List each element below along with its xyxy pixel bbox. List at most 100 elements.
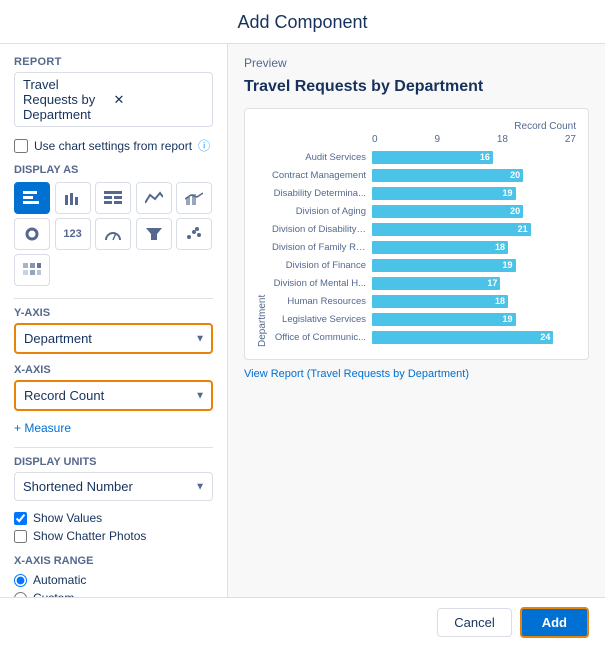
bar-row: Disability Determina... 19: [272, 185, 576, 201]
bar-row: Division of Mental H... 17: [272, 275, 576, 291]
bar-label: Division of Mental H...: [272, 278, 372, 289]
modal: Add Component Report Travel Requests by …: [0, 0, 605, 647]
bar-fill: 19: [372, 259, 516, 272]
bar-row: Division of Family Re... 18: [272, 239, 576, 255]
clear-report-icon[interactable]: ✕: [114, 92, 205, 108]
bar-value: 18: [495, 296, 505, 306]
bar-row: Contract Management 20: [272, 167, 576, 183]
show-chatter-label: Show Chatter Photos: [33, 529, 146, 543]
bar-label: Division of Finance: [272, 260, 372, 271]
bar-track: 19: [372, 187, 576, 200]
bar-track: 20: [372, 169, 576, 182]
bar-fill: 16: [372, 151, 493, 164]
bar-label: Division of Disability ...: [272, 224, 372, 235]
bar-label: Contract Management: [272, 170, 372, 181]
modal-title: Add Component: [0, 0, 605, 44]
use-chart-settings-checkbox[interactable]: [14, 139, 28, 153]
bar-track: 18: [372, 295, 576, 308]
bar-label: Legislative Services: [272, 314, 372, 325]
cancel-button[interactable]: Cancel: [437, 608, 511, 637]
bar-label: Audit Services: [272, 152, 372, 163]
bar-value: 20: [510, 206, 520, 216]
bar-fill: 17: [372, 277, 500, 290]
chart-type-scatter[interactable]: [176, 218, 212, 250]
chart-type-grid[interactable]: [14, 254, 50, 286]
use-chart-settings-label: Use chart settings from report: [34, 139, 192, 153]
show-chatter-checkbox[interactable]: [14, 530, 27, 543]
yaxis-label: Y-Axis: [14, 307, 213, 319]
xaxis-range-custom-label: Custom: [33, 591, 74, 597]
add-measure-label: + Measure: [14, 421, 71, 435]
bar-fill: 19: [372, 187, 516, 200]
display-units-select[interactable]: Shortened Number: [14, 472, 213, 501]
xaxis-range-auto-row: Automatic: [14, 573, 213, 587]
show-values-checkbox[interactable]: [14, 512, 27, 525]
bar-track: 19: [372, 313, 576, 326]
chart-type-bar-vert[interactable]: [55, 182, 91, 214]
y-axis-label: Department: [257, 121, 268, 347]
preview-label: Preview: [244, 56, 589, 70]
show-chatter-row: Show Chatter Photos: [14, 529, 213, 543]
chart-type-gauge[interactable]: [95, 218, 131, 250]
bar-fill: 18: [372, 241, 508, 254]
display-units-label: Display Units: [14, 456, 213, 468]
bar-value: 17: [487, 278, 497, 288]
bar-value: 24: [540, 332, 550, 342]
record-count-label: Record Count: [272, 121, 576, 132]
chart-type-funnel[interactable]: [136, 218, 172, 250]
tick-9: 9: [434, 134, 440, 145]
bar-value: 19: [503, 188, 513, 198]
view-report-link[interactable]: View Report (Travel Requests by Departme…: [244, 368, 589, 380]
bar-row: Legislative Services 19: [272, 311, 576, 327]
chart-container: Department Record Count 0 9 18 27 Audit …: [244, 108, 589, 360]
report-value: Travel Requests by Department: [23, 77, 114, 122]
bar-value: 18: [495, 242, 505, 252]
bar-label: Disability Determina...: [272, 188, 372, 199]
bar-row: Human Resources18: [272, 293, 576, 309]
bar-value: 19: [503, 314, 513, 324]
yaxis-select[interactable]: Department: [14, 323, 213, 354]
bar-track: 17: [372, 277, 576, 290]
info-icon[interactable]: ⓘ: [198, 137, 210, 154]
chart-type-bar-horiz[interactable]: [14, 182, 50, 214]
bar-row: Division of Aging20: [272, 203, 576, 219]
xaxis-select[interactable]: Record Count: [14, 380, 213, 411]
use-chart-settings-row: Use chart settings from report ⓘ: [14, 137, 213, 154]
bar-row: Division of Finance 19: [272, 257, 576, 273]
tick-27: 27: [565, 134, 576, 145]
xaxis-range-custom-radio[interactable]: [14, 592, 27, 598]
tick-0: 0: [372, 134, 378, 145]
add-measure-button[interactable]: + Measure: [14, 421, 213, 435]
bar-track: 18: [372, 241, 576, 254]
bar-label: Division of Family Re...: [272, 242, 372, 253]
bar-value: 19: [503, 260, 513, 270]
bar-track: 19: [372, 259, 576, 272]
bar-value: 16: [480, 152, 490, 162]
chart-type-line[interactable]: [136, 182, 172, 214]
chart-type-donut[interactable]: [14, 218, 50, 250]
right-panel: Preview Travel Requests by Department De…: [228, 44, 605, 597]
xaxis-range-custom-row: Custom: [14, 591, 213, 597]
yaxis-select-wrapper: Department ▼: [14, 323, 213, 354]
chart-type-row1: [14, 182, 213, 214]
tick-18: 18: [497, 134, 508, 145]
bar-fill: 20: [372, 205, 523, 218]
chart-type-combo[interactable]: [176, 182, 212, 214]
bar-value: 20: [510, 170, 520, 180]
report-select[interactable]: Travel Requests by Department ✕: [14, 72, 213, 127]
report-label: Report: [14, 56, 213, 68]
chart-type-row2: 123: [14, 218, 213, 250]
chart-type-number[interactable]: 123: [55, 218, 91, 250]
xaxis-range-label: X-Axis Range: [14, 555, 213, 567]
add-button[interactable]: Add: [520, 607, 589, 638]
display-units-select-wrapper: Shortened Number ▼: [14, 472, 213, 501]
xaxis-range-auto-radio[interactable]: [14, 574, 27, 587]
chart-type-table[interactable]: [95, 182, 131, 214]
bars-container: Audit Services 16 Contract Management 20 Dis…: [272, 149, 576, 345]
bar-fill: 21: [372, 223, 531, 236]
bar-label: Office of Communic...: [272, 332, 372, 343]
chart-title: Travel Requests by Department: [244, 78, 589, 96]
bar-track: 20: [372, 205, 576, 218]
bar-fill: 24: [372, 331, 553, 344]
bar-fill: 20: [372, 169, 523, 182]
